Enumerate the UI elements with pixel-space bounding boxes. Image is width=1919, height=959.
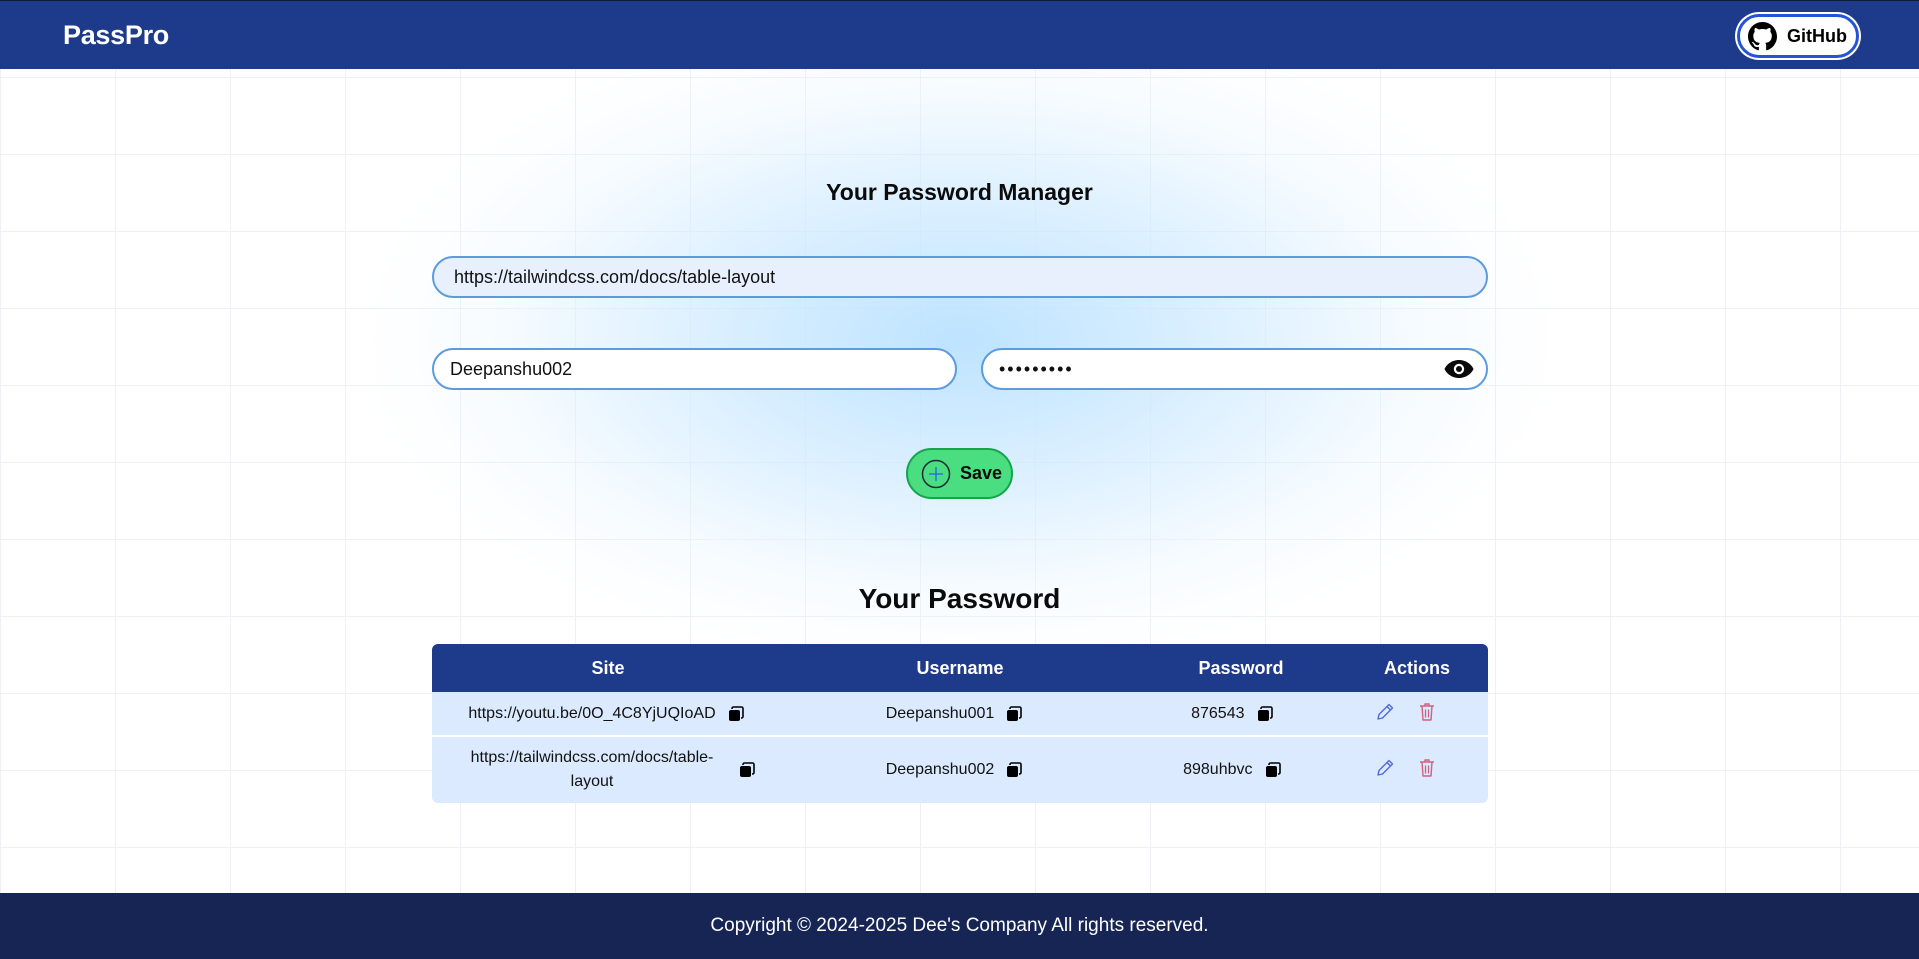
- header-site: Site: [591, 657, 625, 678]
- username-cell: Deepanshu002: [780, 761, 1128, 779]
- username-input[interactable]: [432, 348, 957, 390]
- github-icon: [1748, 21, 1777, 51]
- password-text: 876543: [1191, 704, 1245, 722]
- save-button[interactable]: Save: [906, 448, 1013, 499]
- actions-cell: [1336, 701, 1488, 723]
- passwords-title: Your Password: [858, 583, 1061, 614]
- copy-icon[interactable]: [728, 705, 744, 722]
- site-link[interactable]: https://tailwindcss.com/docs/table-layou…: [457, 746, 727, 794]
- copy-icon[interactable]: [1006, 762, 1023, 778]
- site-link[interactable]: https://youtu.be/0O_4C8YjUQIoAD: [468, 702, 715, 726]
- delete-icon[interactable]: [1416, 701, 1438, 723]
- header-username: Username: [916, 657, 1004, 678]
- github-button[interactable]: GitHub: [1737, 14, 1859, 58]
- password-text: 898uhbvc: [1183, 761, 1253, 778]
- copy-icon[interactable]: [1257, 705, 1273, 722]
- header-actions: Actions: [1383, 657, 1450, 678]
- password-cell: 876543: [1128, 705, 1336, 723]
- save-label: Save: [960, 463, 1003, 483]
- table-row: https://tailwindcss.com/docs/table-layou…: [432, 737, 1488, 803]
- page-title: Your Password Manager: [826, 179, 1093, 205]
- table-header: Site Username Password Actions: [432, 644, 1488, 692]
- header-password: Password: [1198, 657, 1284, 678]
- copyright-text: Copyright © 2024-2025 Dee's Company All …: [710, 915, 1209, 936]
- password-input[interactable]: [981, 348, 1488, 390]
- github-label: GitHub: [1787, 25, 1847, 46]
- site-cell: https://youtu.be/0O_4C8YjUQIoAD: [432, 702, 780, 726]
- site-url-input[interactable]: [432, 256, 1488, 298]
- edit-icon[interactable]: [1374, 701, 1396, 723]
- delete-icon[interactable]: [1416, 757, 1438, 779]
- plus-circle-icon: [921, 459, 951, 489]
- password-cell: 898uhbvc: [1128, 761, 1336, 779]
- main-content: Your Password Manager Save Your Password…: [0, 69, 1919, 893]
- site-cell: https://tailwindcss.com/docs/table-layou…: [432, 746, 780, 794]
- eye-icon[interactable]: [1443, 357, 1475, 381]
- edit-icon[interactable]: [1374, 757, 1396, 779]
- navbar: PassPro GitHub: [0, 0, 1919, 69]
- copy-icon[interactable]: [739, 762, 755, 778]
- copy-icon[interactable]: [1006, 705, 1023, 722]
- brand-logo[interactable]: PassPro: [63, 20, 169, 51]
- copy-icon[interactable]: [1265, 762, 1281, 778]
- actions-cell: [1336, 757, 1488, 779]
- username-text: Deepanshu001: [885, 704, 995, 722]
- username-text: Deepanshu002: [885, 761, 995, 778]
- table-row: https://youtu.be/0O_4C8YjUQIoAD Deepansh…: [432, 692, 1488, 737]
- username-cell: Deepanshu001: [780, 705, 1128, 723]
- footer: Copyright © 2024-2025 Dee's Company All …: [0, 893, 1919, 959]
- passwords-table: Site Username Password Actions https://y…: [432, 644, 1488, 803]
